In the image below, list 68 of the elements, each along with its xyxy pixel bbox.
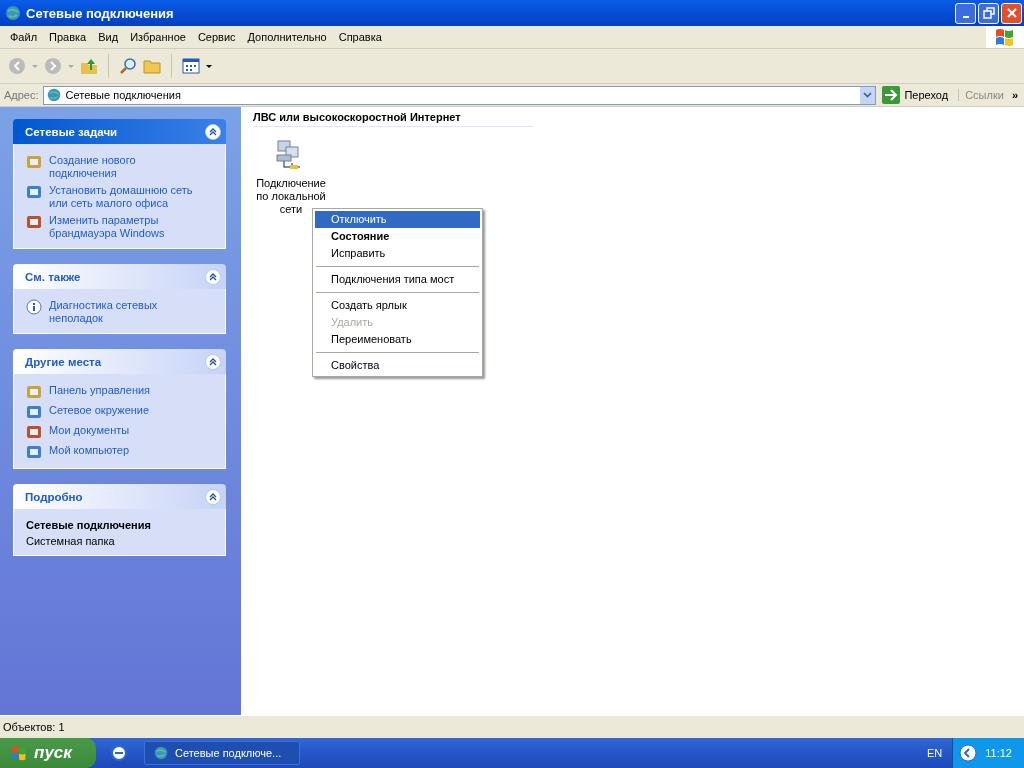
menu-item[interactable]: Переименовать [315, 331, 480, 348]
item-icon [26, 214, 42, 230]
restore-button[interactable] [978, 2, 999, 24]
collapse-icon[interactable] [205, 123, 221, 140]
task-link[interactable]: Мои документы [49, 424, 199, 437]
menu-item[interactable]: Свойства [315, 357, 480, 374]
panel-header[interactable]: Другие места [13, 349, 226, 374]
task-link[interactable]: Создание нового подключения [49, 154, 159, 180]
windows-logo [986, 26, 1024, 48]
clock: 11:12 [985, 747, 1012, 759]
panel-header[interactable]: Сетевые задачи [13, 119, 226, 144]
menu-item[interactable]: Отключить [315, 211, 480, 228]
menu-item[interactable]: Дополнительно [241, 31, 333, 43]
chevron-button[interactable]: » [1007, 89, 1022, 101]
menu-item[interactable]: Вид [92, 31, 125, 43]
item-icon [26, 384, 42, 400]
menu-item[interactable]: Справка [332, 31, 388, 43]
chevron-left-icon[interactable] [959, 744, 978, 762]
menu-item[interactable]: Создать ярлык [315, 297, 480, 314]
windows-logo [10, 745, 28, 761]
item-icon [26, 154, 42, 170]
chevron-down-icon [863, 92, 873, 98]
dropdown-button[interactable] [860, 86, 876, 104]
restore-icon [982, 7, 995, 19]
globe-icon [4, 4, 22, 22]
task-link[interactable]: Сетевое окружение [49, 404, 199, 417]
task-link[interactable]: Изменить параметры брандмауэра Windows [49, 214, 199, 240]
globe-icon [45, 87, 62, 103]
detail-name: Сетевые подключения [26, 519, 152, 531]
group-heading: ЛВС или высокоскоростной Интернет [253, 111, 533, 127]
menu-item[interactable]: Исправить [315, 245, 480, 262]
collapse-icon[interactable] [205, 488, 221, 505]
search-icon[interactable] [119, 57, 137, 75]
views-icon[interactable] [182, 58, 200, 74]
menu-item[interactable]: Правка [43, 31, 93, 43]
dropdown-arrow-icon[interactable] [206, 64, 212, 68]
minimize-icon [962, 16, 969, 18]
window-title: Сетевые подключения [26, 5, 175, 21]
item-icon [26, 444, 42, 460]
menu-item[interactable]: Файл [4, 31, 44, 43]
info-icon [26, 299, 42, 315]
language-indicator[interactable]: EN [927, 747, 943, 759]
menu-item[interactable]: Избранное [124, 31, 192, 43]
address-label: Адрес: [4, 89, 39, 101]
close-icon [1005, 7, 1018, 19]
task-link[interactable]: Установить домашнюю сеть или сеть малого офиса [49, 184, 199, 210]
start-button[interactable]: пуск [0, 738, 96, 768]
address-field[interactable]: Сетевые подключения [42, 85, 877, 105]
panel-header[interactable]: См. также [13, 264, 226, 289]
go-button[interactable]: Переход [880, 86, 955, 104]
collapse-icon[interactable] [205, 353, 221, 370]
menu-item[interactable]: Подключения типа мост [315, 271, 480, 288]
item-icon [26, 404, 42, 420]
taskbar-button[interactable]: Сетевые подключе... [144, 741, 300, 765]
arrow-right-icon [882, 86, 901, 104]
panel-header[interactable]: Подробно [13, 484, 226, 509]
folder-up-icon[interactable] [80, 57, 98, 75]
minimize-button[interactable] [955, 2, 976, 24]
item-icon [26, 424, 42, 440]
menu-item[interactable]: Состояние [315, 228, 480, 245]
globe-icon [153, 745, 169, 761]
menu-item[interactable]: Сервис [191, 31, 242, 43]
task-link[interactable]: Панель управления [49, 384, 159, 397]
collapse-icon[interactable] [205, 268, 221, 285]
item-icon [26, 184, 42, 200]
detail-type: Системная папка [26, 535, 116, 547]
close-button[interactable] [1001, 2, 1022, 24]
task-link[interactable]: Мой компьютер [49, 444, 199, 457]
